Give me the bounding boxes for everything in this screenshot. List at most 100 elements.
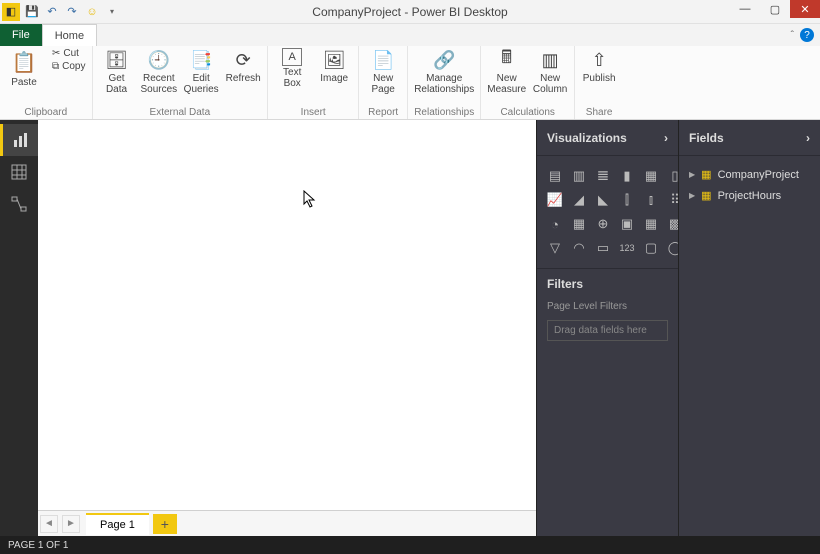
stacked-area-icon[interactable]: ◣ — [593, 190, 613, 210]
new-measure-button[interactable]: 🖩New Measure — [487, 48, 526, 95]
workspace: ◄ ► Page 1 + Visualizations › ▤ ▥ 𝌆 ▮ ▦ … — [0, 120, 820, 536]
help-icon[interactable]: ? — [800, 28, 814, 42]
paste-icon: 📋 — [10, 48, 38, 76]
combo-chart-icon[interactable]: ⫿ — [617, 190, 637, 210]
report-canvas[interactable] — [38, 120, 536, 510]
filled-map-icon[interactable]: ▣ — [617, 214, 637, 234]
field-table-projecthours[interactable]: ▶ ▦ ProjectHours — [683, 185, 816, 206]
filters-header: Filters — [547, 277, 668, 291]
filters-sub: Page Level Filters — [547, 301, 668, 312]
column-icon: ▥ — [538, 48, 562, 72]
expand-icon: ▶ — [689, 191, 695, 200]
cursor-icon — [303, 190, 317, 208]
field-table-companyproject[interactable]: ▶ ▦ CompanyProject — [683, 164, 816, 185]
save-icon[interactable]: 💾 — [24, 4, 40, 20]
nav-data-view[interactable] — [0, 156, 38, 188]
text-box-button[interactable]: AText Box — [274, 48, 310, 89]
maximize-button[interactable]: ▢ — [760, 0, 790, 18]
cut-button[interactable]: ✂Cut — [52, 48, 86, 59]
get-data-button[interactable]: 🗄Get Data — [99, 48, 135, 95]
app-icon: ◧ — [2, 3, 20, 21]
smiley-icon[interactable]: ☺ — [84, 4, 100, 20]
prev-page-button[interactable]: ◄ — [40, 515, 58, 533]
group-label-calculations: Calculations — [487, 107, 568, 118]
relationship-icon — [11, 196, 27, 212]
left-nav — [0, 120, 38, 536]
combo-chart2-icon[interactable]: ⫾ — [641, 190, 661, 210]
map-icon[interactable]: ⊕ — [593, 214, 613, 234]
group-label-relationships: Relationships — [414, 107, 474, 118]
window-title: CompanyProject - Power BI Desktop — [312, 5, 507, 19]
qat-dropdown-icon[interactable]: ▾ — [104, 4, 120, 20]
group-report: 📄New Page Report — [359, 46, 408, 119]
group-label-report: Report — [365, 107, 401, 118]
new-page-button[interactable]: 📄New Page — [365, 48, 401, 95]
page-tabs: ◄ ► Page 1 + — [38, 510, 536, 536]
recent-sources-button[interactable]: 🕘Recent Sources — [141, 48, 178, 95]
area-chart-icon[interactable]: ◢ — [569, 190, 589, 210]
group-insert: AText Box 🖼Image Insert — [268, 46, 359, 119]
group-external-data: 🗄Get Data 🕘Recent Sources 📑Edit Queries … — [93, 46, 269, 119]
status-text: PAGE 1 OF 1 — [8, 540, 68, 551]
relationships-icon: 🔗 — [432, 48, 456, 72]
clustered-column-icon[interactable]: ▮ — [617, 166, 637, 186]
undo-icon[interactable]: ↶ — [44, 4, 60, 20]
paste-button[interactable]: 📋 Paste — [6, 48, 42, 88]
group-label-clipboard: Clipboard — [6, 107, 86, 118]
page-tab-1[interactable]: Page 1 — [86, 513, 149, 535]
titlebar: ◧ 💾 ↶ ↷ ☺ ▾ CompanyProject - Power BI De… — [0, 0, 820, 24]
filters-dropzone[interactable]: Drag data fields here — [547, 320, 668, 341]
new-page-icon: 📄 — [371, 48, 395, 72]
slicer-icon[interactable]: ▢ — [641, 238, 661, 258]
chevron-right-icon: › — [664, 131, 668, 145]
multi-card-icon[interactable]: 123 — [617, 238, 637, 258]
new-column-button[interactable]: ▥New Column — [532, 48, 568, 95]
manage-relationships-button[interactable]: 🔗Manage Relationships — [414, 48, 474, 95]
minimize-button[interactable]: — — [730, 0, 760, 18]
group-label-external: External Data — [99, 107, 262, 118]
group-clipboard: 📋 Paste ✂Cut ⧉Copy Clipboard — [0, 46, 93, 119]
copy-icon: ⧉ — [52, 61, 59, 72]
stacked-column-icon[interactable]: ▥ — [569, 166, 589, 186]
stacked-bar-icon[interactable]: ▤ — [545, 166, 565, 186]
measure-icon: 🖩 — [495, 48, 519, 72]
ribbon-tabs: File Home ˆ ? — [0, 24, 820, 46]
tab-home[interactable]: Home — [42, 24, 97, 46]
add-page-button[interactable]: + — [153, 514, 177, 534]
copy-button[interactable]: ⧉Copy — [52, 61, 86, 72]
collapse-ribbon-icon[interactable]: ˆ — [791, 30, 794, 41]
publish-button[interactable]: ⇧Publish — [581, 48, 617, 84]
hundred-bar-icon[interactable]: ▦ — [641, 166, 661, 186]
nav-relationship-view[interactable] — [0, 188, 38, 220]
edit-queries-icon: 📑 — [189, 48, 213, 72]
line-chart-icon[interactable]: 📈 — [545, 190, 565, 210]
visualizations-panel: Visualizations › ▤ ▥ 𝌆 ▮ ▦ ▯ 📈 ◢ ◣ ⫿ ⫾ ⠿… — [536, 120, 678, 536]
close-button[interactable]: ✕ — [790, 0, 820, 18]
image-button[interactable]: 🖼Image — [316, 48, 352, 84]
image-icon: 🖼 — [322, 48, 346, 72]
group-label-insert: Insert — [274, 107, 352, 118]
clustered-bar-icon[interactable]: 𝌆 — [593, 166, 613, 186]
edit-queries-button[interactable]: 📑Edit Queries — [183, 48, 219, 95]
status-bar: PAGE 1 OF 1 — [0, 536, 820, 554]
group-label-share: Share — [581, 107, 617, 118]
funnel-icon[interactable]: ▽ — [545, 238, 565, 258]
visualizations-header[interactable]: Visualizations › — [537, 120, 678, 156]
treemap-icon[interactable]: ▦ — [569, 214, 589, 234]
table-icon: ▦ — [701, 168, 711, 181]
visualization-gallery: ▤ ▥ 𝌆 ▮ ▦ ▯ 📈 ◢ ◣ ⫿ ⫾ ⠿ ◔ ▦ ⊕ ▣ ▦ ▩ ▽ ◠ … — [537, 156, 678, 268]
refresh-button[interactable]: ⟳Refresh — [225, 48, 261, 84]
card-icon[interactable]: ▭ — [593, 238, 613, 258]
gauge-icon[interactable]: ◠ — [569, 238, 589, 258]
scissors-icon: ✂ — [52, 48, 60, 59]
nav-report-view[interactable] — [0, 124, 38, 156]
pie-chart-icon[interactable]: ◔ — [545, 214, 565, 234]
table-viz-icon[interactable]: ▦ — [641, 214, 661, 234]
next-page-button[interactable]: ► — [62, 515, 80, 533]
canvas-area: ◄ ► Page 1 + — [38, 120, 536, 536]
publish-icon: ⇧ — [587, 48, 611, 72]
tab-file[interactable]: File — [0, 24, 42, 46]
table-icon — [11, 164, 27, 180]
redo-icon[interactable]: ↷ — [64, 4, 80, 20]
fields-header[interactable]: Fields › — [679, 120, 820, 156]
